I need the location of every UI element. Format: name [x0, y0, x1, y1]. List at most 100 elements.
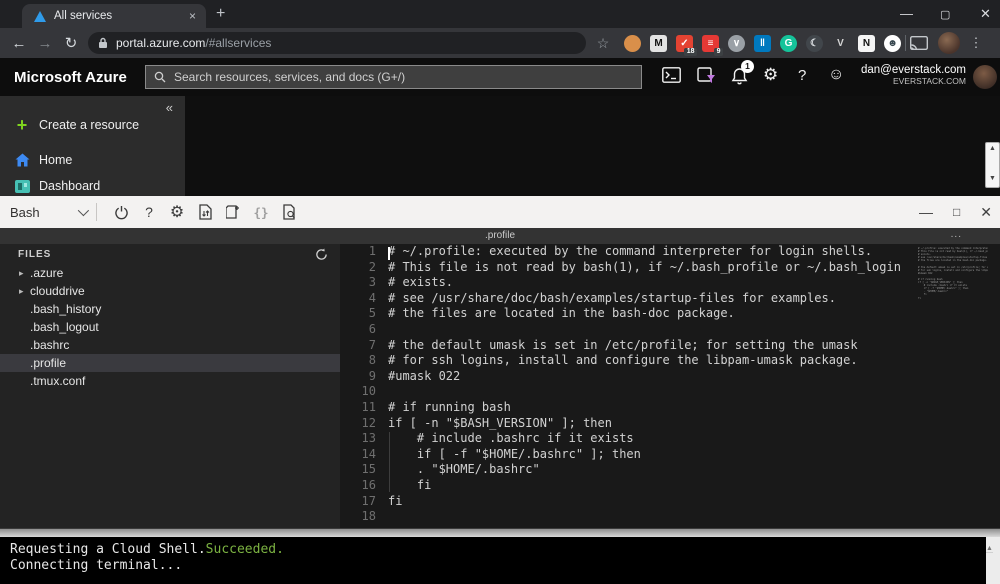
code-line[interactable]: 5# the files are located in the bash-doc…: [340, 306, 1000, 322]
window-close-button[interactable]: ✕: [980, 6, 991, 22]
code-line[interactable]: 14 if [ -f "$HOME/.bashrc" ]; then: [340, 447, 1000, 463]
bookmark-star-icon[interactable]: ☆: [594, 35, 612, 52]
shell-help-button[interactable]: ?: [135, 198, 163, 226]
code-line[interactable]: 6: [340, 322, 1000, 338]
pocket-extension-icon[interactable]: ∨: [728, 35, 745, 52]
shell-env-select[interactable]: Bash: [10, 205, 86, 220]
file-item-bashrc[interactable]: .bashrc: [0, 336, 340, 354]
vimium-extension-icon[interactable]: V: [832, 35, 849, 52]
sidebar-item-create-a-resource[interactable]: + Create a resource: [0, 112, 185, 138]
code-line[interactable]: 2# This file is not read by bash(1), if …: [340, 260, 1000, 276]
directory-filter-icon[interactable]: [697, 67, 716, 84]
account-email: dan@everstack.com: [861, 64, 966, 76]
code-line[interactable]: 13 # include .bashrc if it exists: [340, 431, 1000, 447]
cast-icon[interactable]: [910, 36, 928, 51]
window-maximize-button[interactable]: ▢: [940, 8, 950, 21]
line-text: # for ssh logins, install and configure …: [388, 353, 858, 369]
settings-gear-icon[interactable]: ⚙: [763, 65, 778, 85]
browser-menu-icon[interactable]: ⋮: [968, 35, 984, 51]
tab-close-icon[interactable]: ×: [187, 9, 198, 23]
code-line[interactable]: 8# for ssh logins, install and configure…: [340, 353, 1000, 369]
shell-maximize-button[interactable]: □: [953, 205, 960, 219]
line-number: 9: [340, 369, 376, 385]
shell-minimize-button[interactable]: —: [919, 204, 933, 220]
web-preview-button[interactable]: [275, 198, 303, 226]
line-text: # see /usr/share/doc/bash/examples/start…: [388, 291, 836, 307]
ghostery-extension-icon[interactable]: ☾: [806, 35, 823, 52]
toolbar-divider: [96, 203, 97, 221]
tab-title: All services: [54, 10, 187, 22]
code-line[interactable]: 17fi: [340, 494, 1000, 510]
restart-power-button[interactable]: [107, 198, 135, 226]
code-line[interactable]: 10: [340, 384, 1000, 400]
upload-download-files-button[interactable]: [191, 198, 219, 226]
forward-button[interactable]: →: [32, 35, 58, 52]
sidebar-item-home[interactable]: Home: [0, 147, 185, 173]
code-editor[interactable]: 1# ~/.profile: executed by the command i…: [340, 244, 1000, 528]
page-scrollbar[interactable]: ▲ ▼: [985, 142, 1000, 188]
editor-minimap[interactable]: # ~/.profile: executed by the command in…: [918, 247, 988, 337]
santa-extension-icon[interactable]: [624, 35, 641, 52]
notifications-bell[interactable]: 1: [731, 67, 748, 90]
todoist-extension-icon[interactable]: ✓18: [676, 35, 693, 52]
file-item-profile[interactable]: .profile: [0, 354, 340, 372]
scroll-up-icon[interactable]: ▲: [986, 143, 999, 155]
line-text: fi: [388, 478, 431, 494]
new-tab-button[interactable]: +: [216, 6, 225, 22]
text-caret: [388, 247, 390, 260]
files-header: FILES: [0, 244, 340, 264]
azure-brand[interactable]: Microsoft Azure: [14, 69, 127, 86]
code-line[interactable]: 3# exists.: [340, 275, 1000, 291]
file-item-azure[interactable]: ▸.azure: [0, 264, 340, 282]
code-line[interactable]: 4# see /usr/share/doc/bash/examples/star…: [340, 291, 1000, 307]
code-line[interactable]: 16 fi: [340, 478, 1000, 494]
line-text: if [ -f "$HOME/.bashrc" ]; then: [388, 447, 641, 463]
code-line[interactable]: 1# ~/.profile: executed by the command i…: [340, 244, 1000, 260]
line-number: 11: [340, 400, 376, 416]
panel-divider[interactable]: [0, 528, 1000, 537]
scroll-down-icon[interactable]: ▼: [986, 173, 999, 185]
code-line[interactable]: 11# if running bash: [340, 400, 1000, 416]
expand-arrow-icon[interactable]: ▸: [19, 268, 24, 279]
scroll-up-icon[interactable]: ▲: [986, 545, 993, 553]
file-item-bash_history[interactable]: .bash_history: [0, 300, 340, 318]
code-line[interactable]: 12if [ -n "$BASH_VERSION" ]; then: [340, 416, 1000, 432]
browser-tab[interactable]: All services ×: [22, 4, 206, 28]
new-session-button[interactable]: [219, 198, 247, 226]
file-item-clouddrive[interactable]: ▸clouddrive: [0, 282, 340, 300]
help-icon[interactable]: ?: [798, 67, 806, 84]
code-line[interactable]: 18: [340, 509, 1000, 525]
notion-extension-icon[interactable]: N: [858, 35, 875, 52]
shell-close-button[interactable]: ✕: [980, 204, 992, 221]
open-editor-button[interactable]: {}: [247, 198, 275, 226]
editor-titlebar: .profile ...: [0, 228, 1000, 244]
grammarly-extension-icon[interactable]: G: [780, 35, 797, 52]
code-line[interactable]: 9#umask 022: [340, 369, 1000, 385]
browser-profile-avatar[interactable]: [938, 32, 960, 54]
trello-extension-icon[interactable]: ‖: [754, 35, 771, 52]
reload-button[interactable]: ↻: [58, 34, 84, 52]
editor-more-icon[interactable]: ...: [951, 228, 962, 242]
refresh-icon[interactable]: [315, 248, 328, 261]
window-minimize-button[interactable]: —: [900, 6, 913, 21]
code-line[interactable]: 7# the default umask is set in /etc/prof…: [340, 338, 1000, 354]
medium-extension-icon[interactable]: M: [650, 35, 667, 52]
azure-search-bar[interactable]: Search resources, services, and docs (G+…: [145, 65, 642, 89]
file-item-bash_logout[interactable]: .bash_logout: [0, 318, 340, 336]
tasks-extension-icon[interactable]: ≡9: [702, 35, 719, 52]
azure-avatar[interactable]: [973, 65, 997, 89]
terminal-scrollbar[interactable]: ▲: [986, 537, 1000, 584]
account-info[interactable]: dan@everstack.com EVERSTACK.COM: [861, 64, 966, 86]
back-button[interactable]: ←: [6, 35, 32, 52]
cloud-shell-icon[interactable]: [662, 67, 681, 83]
expand-arrow-icon[interactable]: ▸: [19, 286, 24, 297]
avatar-extension-icon[interactable]: ☻: [884, 35, 901, 52]
line-number: 18: [340, 509, 376, 525]
feedback-smiley-icon[interactable]: ☺: [828, 66, 844, 84]
file-item-tmuxconf[interactable]: .tmux.conf: [0, 372, 340, 390]
code-line[interactable]: 15 . "$HOME/.bashrc": [340, 462, 1000, 478]
screen: All services × + — ▢ ✕ ← → ↻ portal.azur…: [0, 0, 1000, 584]
terminal[interactable]: Requesting a Cloud Shell.Succeeded. Conn…: [0, 537, 1000, 584]
shell-settings-button[interactable]: ⚙: [163, 198, 191, 226]
address-bar[interactable]: portal.azure.com/#allservices: [88, 32, 586, 54]
